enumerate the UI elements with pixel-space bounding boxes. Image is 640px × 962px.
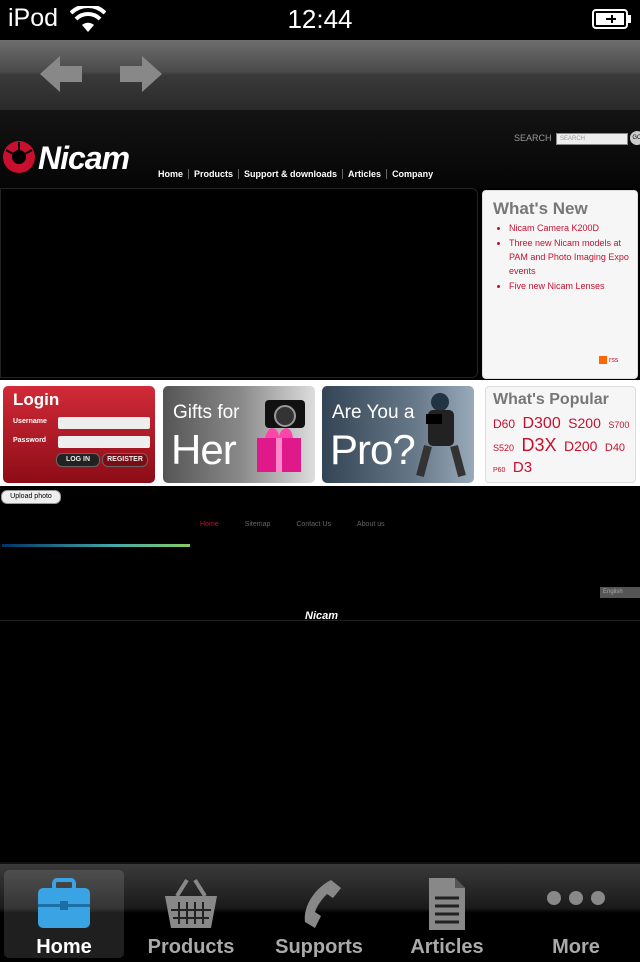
upload-photo-button[interactable]: Upload photo: [1, 490, 61, 504]
rss-label: rss: [609, 356, 619, 364]
nav-products[interactable]: Products: [188, 169, 238, 179]
tag-link[interactable]: S520: [493, 443, 514, 453]
login-button[interactable]: LOG IN: [56, 453, 100, 467]
tab-home[interactable]: Home: [4, 870, 124, 958]
tag-link[interactable]: P60: [493, 467, 505, 474]
search-go-button[interactable]: GO: [630, 131, 640, 145]
document-icon: [429, 878, 465, 930]
password-field[interactable]: [58, 436, 150, 448]
whats-new-title: What's New: [493, 199, 588, 218]
whats-new-panel: What's New Nicam Camera K200D Three new …: [482, 190, 638, 379]
footer-nav-home[interactable]: Home: [200, 521, 219, 528]
whats-new-item[interactable]: Nicam Camera K200D: [509, 221, 637, 235]
camera-gift-icon: [257, 400, 305, 472]
nicam-logo-mark-icon: [3, 141, 35, 173]
rss-link[interactable]: rss: [599, 356, 618, 364]
tag-link[interactable]: D300: [522, 415, 560, 432]
tab-label: Products: [147, 936, 235, 958]
browser-nav-bar: [0, 40, 640, 112]
clock: 12:44: [287, 4, 353, 34]
search-label: SEARCH: [514, 133, 552, 143]
tab-more[interactable]: More: [516, 870, 636, 958]
login-box: Login Username Password LOG IN REGISTER: [3, 386, 155, 483]
back-arrow-icon[interactable]: [38, 54, 86, 94]
footer-nav-about[interactable]: About us: [357, 521, 385, 528]
search-input[interactable]: SEARCH: [556, 133, 628, 145]
phone-icon: [304, 880, 341, 928]
tag-link[interactable]: D3: [513, 459, 532, 476]
tab-label: More: [552, 936, 600, 958]
promo1-small: Gifts for: [173, 402, 240, 423]
whats-new-list: Nicam Camera K200D Three new Nicam model…: [493, 221, 637, 294]
username-field[interactable]: [58, 417, 150, 429]
language-select[interactable]: English: [600, 587, 640, 598]
nav-support[interactable]: Support & downloads: [238, 169, 342, 179]
briefcase-icon: [38, 878, 90, 928]
gifts-for-her-banner[interactable]: Gifts for Her: [163, 386, 315, 483]
tab-label: Supports: [275, 936, 363, 958]
forward-arrow-icon[interactable]: [116, 54, 164, 94]
tag-link[interactable]: D200: [564, 438, 597, 454]
battery-icon: [592, 9, 631, 29]
whats-popular-panel: What's Popular D60 D300 S200 S700 S520 D…: [485, 386, 636, 483]
nav-home[interactable]: Home: [158, 169, 188, 179]
tab-supports[interactable]: Supports: [259, 870, 379, 958]
site-logo[interactable]: Nicam: [38, 140, 130, 177]
are-you-a-pro-banner[interactable]: Are You a Pro?: [322, 386, 474, 483]
tab-label: Articles: [410, 936, 484, 958]
whats-popular-title: What's Popular: [493, 391, 609, 408]
tag-link[interactable]: S700: [608, 420, 629, 430]
promo1-big: Her: [171, 426, 237, 473]
hero-banner: [0, 188, 478, 378]
whats-new-item[interactable]: Three new Nicam models at PAM and Photo …: [509, 236, 637, 278]
rss-icon: [599, 356, 607, 364]
password-label: Password: [13, 437, 47, 444]
tab-bar: Home Products Supports Articles More: [0, 862, 640, 962]
promo2-small: Are You a: [332, 402, 415, 423]
nav-articles[interactable]: Articles: [342, 169, 386, 179]
tag-link[interactable]: D40: [605, 442, 625, 454]
site-header: Nicam SEARCH SEARCH GO Home Products Sup…: [0, 110, 640, 188]
nav-company[interactable]: Company: [386, 169, 438, 179]
status-bar: iPod 12:44: [0, 0, 640, 40]
site-main-nav: Home Products Support & downloads Articl…: [158, 169, 438, 179]
footer-nav-sitemap[interactable]: Sitemap: [245, 521, 271, 528]
footer-stripe: [2, 544, 190, 547]
footer-divider: [0, 620, 640, 621]
tag-link[interactable]: D3X: [521, 435, 556, 455]
basket-icon: [165, 878, 217, 928]
web-view: Nicam SEARCH SEARCH GO Home Products Sup…: [0, 110, 640, 860]
footer-nav: Home Sitemap Contact Us About us: [200, 521, 411, 528]
footer-nav-contact[interactable]: Contact Us: [296, 521, 331, 528]
register-button[interactable]: REGISTER: [102, 453, 148, 467]
tab-products[interactable]: Products: [131, 870, 251, 958]
tab-articles[interactable]: Articles: [387, 870, 507, 958]
username-label: Username: [13, 418, 47, 425]
tag-link[interactable]: S200: [568, 415, 601, 431]
whats-new-item[interactable]: Five new Nicam Lenses: [509, 279, 637, 293]
tab-label: Home: [36, 936, 92, 958]
popular-tags: D60 D300 S200 S700 S520 D3X D200 D40 P60…: [493, 413, 633, 481]
tag-link[interactable]: D60: [493, 417, 515, 431]
more-icon: [547, 891, 605, 905]
promo2-big: Pro?: [330, 426, 416, 473]
photographer-icon: [416, 393, 466, 478]
login-title: Login: [13, 390, 60, 409]
